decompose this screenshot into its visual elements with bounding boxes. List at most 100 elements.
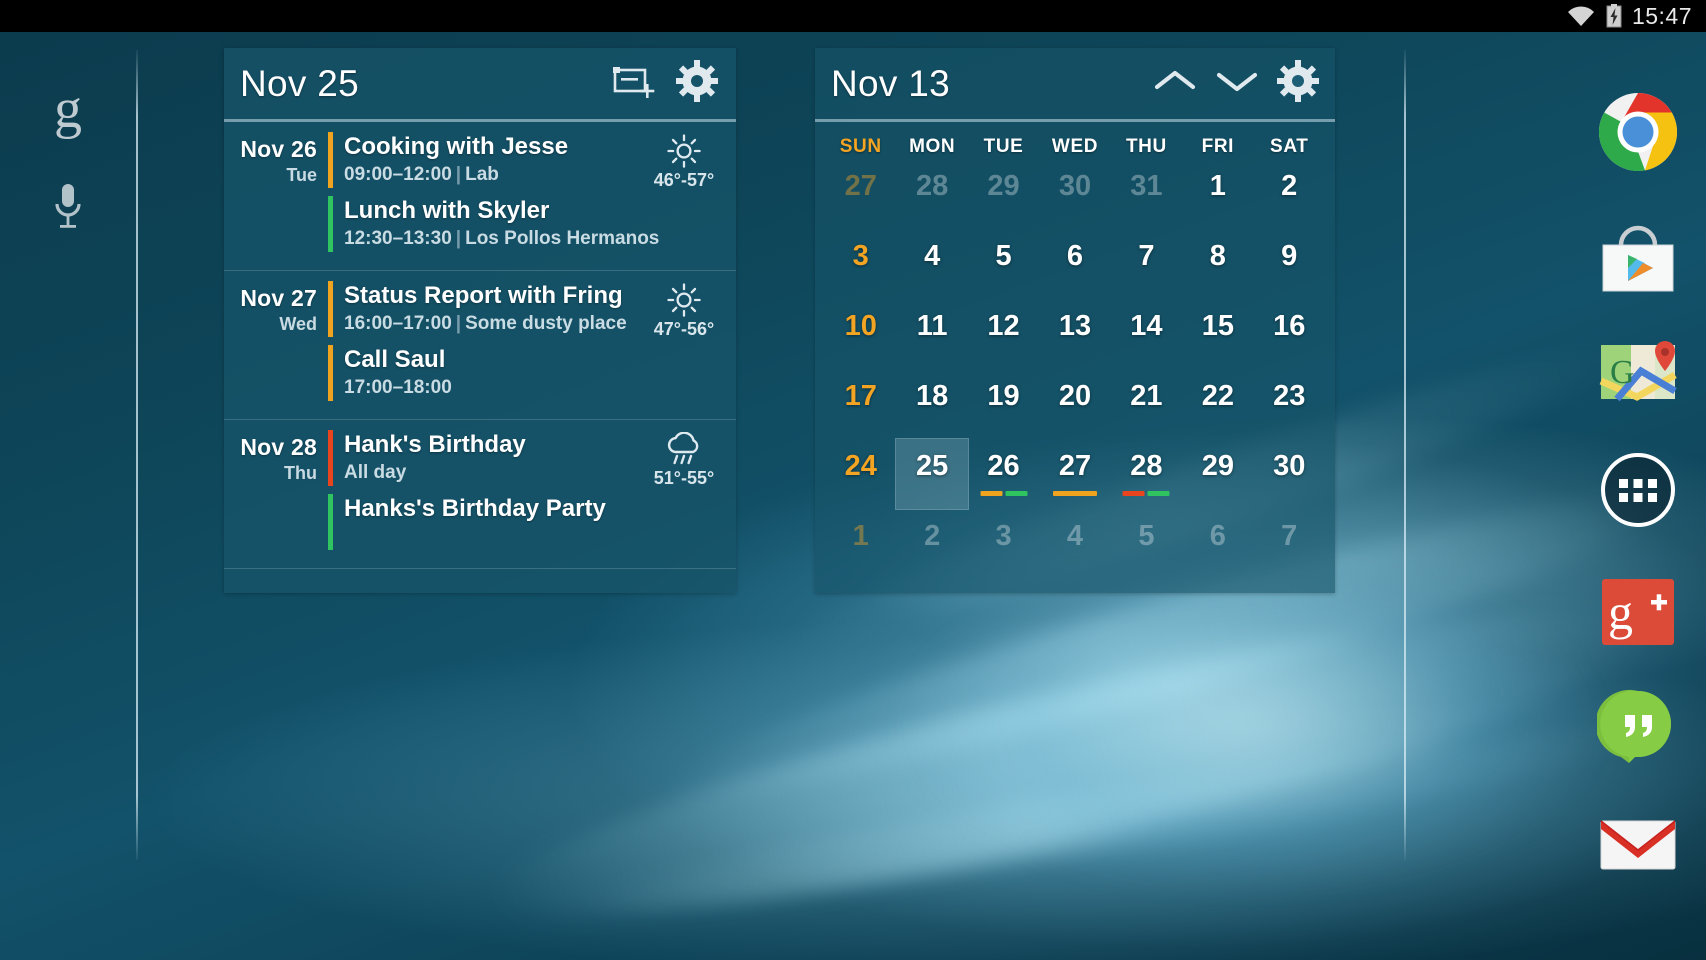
month-week-row: 10 11 12 13 14 15 16 [815, 302, 1335, 372]
weekday-header-mon: MON [909, 136, 956, 157]
month-day-cell[interactable]: 16 [1254, 302, 1325, 372]
month-day-cell[interactable]: 31 [1111, 162, 1182, 232]
month-day-cell[interactable]: 9 [1254, 232, 1325, 302]
google-logo-icon[interactable]: g [44, 80, 92, 138]
month-day-cell[interactable]: 1 [825, 512, 896, 582]
dock-item-hangouts[interactable] [1594, 682, 1682, 770]
month-day-cell[interactable]: 24 [825, 442, 896, 512]
month-day-cell[interactable]: 7 [1111, 232, 1182, 302]
month-day-cell[interactable]: 14 [1111, 302, 1182, 372]
month-day-number: 18 [916, 380, 949, 412]
month-day-cell[interactable]: 5 [968, 232, 1039, 302]
month-day-cell[interactable]: 13 [1039, 302, 1110, 372]
agenda-widget-title: Nov 25 [240, 62, 360, 104]
agenda-event[interactable]: Hanks's Birthday Party [328, 494, 736, 558]
month-day-cell[interactable]: 19 [968, 372, 1039, 442]
month-day-cell[interactable]: 7 [1254, 512, 1325, 582]
month-day-cell[interactable]: 30 [1254, 442, 1325, 512]
month-day-cell[interactable]: 4 [896, 232, 967, 302]
month-day-cell[interactable]: 22 [1182, 372, 1253, 442]
dock-item-gmail[interactable] [1594, 800, 1682, 888]
month-day-cell[interactable]: 27 [1039, 442, 1110, 512]
month-day-cell[interactable]: 1 [1182, 162, 1253, 232]
microphone-icon[interactable] [48, 180, 88, 234]
month-day-cell[interactable]: 28 [1111, 442, 1182, 512]
month-day-cell[interactable]: 2 [896, 512, 967, 582]
gear-icon[interactable] [1277, 60, 1319, 107]
dock-item-apps[interactable] [1594, 446, 1682, 534]
calendar-agenda-widget[interactable]: Nov 25 Nov 26 Tue Cooking with Jesse 09:… [224, 48, 736, 593]
month-day-cell[interactable]: 12 [968, 302, 1039, 372]
month-day-number: 21 [1130, 380, 1163, 412]
agenda-day-date: Nov 26 [240, 136, 317, 162]
dock-item-play-store[interactable] [1594, 218, 1682, 306]
event-location: Los Pollos Hermanos [465, 228, 660, 249]
event-subtitle: 12:30–13:30 | Los Pollos Hermanos [344, 228, 660, 249]
month-day-cell[interactable]: 3 [968, 512, 1039, 582]
agenda-events-column: Hank's Birthday All day 51°-55° Hanks's Bir… [328, 430, 736, 558]
add-event-icon[interactable] [612, 61, 658, 106]
month-day-cell[interactable]: 27 [825, 162, 896, 232]
month-day-cell[interactable]: 28 [896, 162, 967, 232]
month-day-cell[interactable]: 17 [825, 372, 896, 442]
month-day-cell[interactable]: 23 [1254, 372, 1325, 442]
month-day-cell[interactable]: 20 [1039, 372, 1110, 442]
month-day-cell[interactable]: 21 [1111, 372, 1182, 442]
month-day-cell[interactable]: 4 [1039, 512, 1110, 582]
weather-temps: 47°-56° [653, 319, 715, 339]
month-day-cell[interactable]: 6 [1182, 512, 1253, 582]
agenda-day-block[interactable]: Nov 28 Thu Hank's Birthday All day 51°-55° Ha… [224, 420, 736, 569]
agenda-event-list[interactable]: Nov 26 Tue Cooking with Jesse 09:00–12:00 | L… [224, 122, 736, 590]
dock-item-google-[interactable]: g [1594, 568, 1682, 656]
month-day-cell[interactable]: 30 [1039, 162, 1110, 232]
dock-item-maps[interactable]: G [1594, 328, 1682, 416]
month-day-number: 25 [916, 450, 949, 482]
month-day-cell[interactable]: 18 [896, 372, 967, 442]
month-day-number: 29 [987, 170, 1020, 202]
month-day-cell[interactable]: 29 [1182, 442, 1253, 512]
month-day-cell[interactable]: 8 [1182, 232, 1253, 302]
month-day-cell[interactable]: 3 [825, 232, 896, 302]
month-day-cell[interactable]: 11 [896, 302, 967, 372]
month-day-cell[interactable]: 5 [1111, 512, 1182, 582]
status-bar[interactable]: 15:47 [0, 0, 1706, 32]
weekday-header-sat: SAT [1270, 136, 1309, 157]
dock-item-chrome[interactable] [1594, 88, 1682, 176]
agenda-event[interactable]: Status Report with Fring 16:00–17:00 | Some… [328, 281, 736, 345]
calendar-month-widget[interactable]: Nov 13 SUN MON TUE WED THU FRI SAT 27 28… [815, 48, 1335, 593]
chevron-up-icon[interactable] [1153, 66, 1197, 101]
month-day-cell[interactable]: 2 [1254, 162, 1325, 232]
month-day-cell[interactable]: 29 [968, 162, 1039, 232]
chrome-icon [1597, 91, 1679, 173]
agenda-day-block[interactable]: Nov 26 Tue Cooking with Jesse 09:00–12:00 | L… [224, 122, 736, 271]
day-weather: 47°-56° [640, 283, 728, 340]
agenda-event[interactable]: Cooking with Jesse 09:00–12:00 | Lab 46°-57° [328, 132, 736, 196]
month-day-number: 10 [844, 310, 877, 342]
app-dock[interactable]: Gg [1570, 32, 1706, 960]
event-title: Hanks's Birthday Party [344, 495, 606, 522]
month-day-cell[interactable]: 25 [896, 442, 967, 512]
month-day-number: 13 [1058, 310, 1092, 342]
month-day-number: 4 [1066, 520, 1084, 552]
agenda-event[interactable]: Call Saul 17:00–18:00 [328, 345, 736, 409]
month-day-cell[interactable]: 6 [1039, 232, 1110, 302]
month-day-cell[interactable]: 15 [1182, 302, 1253, 372]
agenda-day-date: Nov 27 [240, 285, 317, 311]
month-day-cell[interactable]: 10 [825, 302, 896, 372]
gear-icon[interactable] [676, 60, 718, 107]
chevron-down-icon[interactable] [1215, 66, 1259, 101]
month-day-number: 16 [1273, 310, 1306, 342]
month-grid[interactable]: 27 28 29 30 31 1 2 3 4 5 6 7 8 9 10 11 12 13 14 15 16 17 18 19 2… [815, 162, 1335, 582]
month-day-cell[interactable]: 26 [968, 442, 1039, 512]
event-indicator-bar [980, 491, 1003, 496]
event-time: All day [344, 462, 407, 483]
agenda-event[interactable]: Lunch with Skyler 12:30–13:30 | Los Pollos … [328, 196, 736, 260]
svg-text:g: g [1608, 584, 1633, 640]
agenda-event[interactable]: Hank's Birthday All day 51°-55° [328, 430, 736, 494]
google-search-strip[interactable]: g [0, 32, 136, 960]
event-title: Call Saul [344, 346, 446, 373]
month-week-row: 27 28 29 30 31 1 2 [815, 162, 1335, 232]
agenda-day-block[interactable]: Nov 27 Wed Status Report with Fring 16:00–1… [224, 271, 736, 420]
weekday-header-row: SUN MON TUE WED THU FRI SAT [815, 122, 1335, 162]
month-day-number: 29 [1201, 450, 1234, 482]
